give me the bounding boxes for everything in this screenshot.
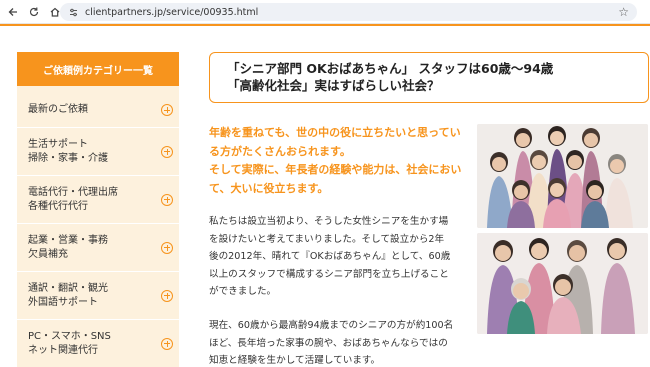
lead-text: 年齢を重ねても、世の中の役に立ちたいと思ってい る方がたくさんおられます。 そし…: [209, 124, 462, 198]
divider: [17, 175, 179, 176]
category-sidebar: ご依頼例カテゴリー一覧 最新のご依頼 生活サポート 掃除・家事・介護 電話代行・…: [17, 52, 179, 367]
page-title-line2: 「高齢化社会」実はすばらしい社会？: [227, 78, 440, 93]
group-photo-bottom: [477, 233, 648, 334]
page-title-line1: 「シニア部門 OKおばあちゃん」 スタッフは60歳〜94歳: [227, 61, 554, 76]
expand-plus-icon[interactable]: [161, 104, 173, 116]
expand-plus-icon[interactable]: [161, 193, 173, 206]
sidebar-item-latest[interactable]: 最新のご依頼: [17, 95, 179, 125]
sidebar-item-label: 最新のご依頼: [28, 104, 88, 115]
paragraph-line: を設けたいと考えてまいりました。そして設立から2年: [209, 233, 445, 245]
url-text[interactable]: clientpartners.jp/service/00935.html: [85, 7, 258, 18]
reload-button[interactable]: [25, 3, 43, 21]
divider: [17, 223, 179, 224]
reload-icon: [29, 7, 39, 16]
sidebar-item-label: 生活サポート 掃除・家事・介護: [28, 138, 108, 164]
sidebar-item-life-support[interactable]: 生活サポート 掃除・家事・介護: [17, 130, 179, 173]
divider: [17, 271, 179, 272]
paragraph-line: ほど、長年培った家事の腕や、おばあちゃんならではの: [209, 337, 448, 349]
paragraph-line: ができました。: [209, 286, 277, 297]
star-icon[interactable]: ☆: [618, 5, 629, 19]
lead-line: そして実際に、年長者の経験や能力は、社会におい: [209, 163, 462, 176]
header-accent-line: [0, 24, 650, 26]
lead-line: て、大いに役立ちます。: [209, 181, 329, 195]
page-title-box: 「シニア部門 OKおばあちゃん」 スタッフは60歳〜94歳 「高齢化社会」実はす…: [209, 52, 649, 103]
sidebar-item-label: 電話代行・代理出席 各種代行代行: [28, 186, 118, 212]
group-photo-top: [477, 124, 648, 228]
back-button[interactable]: [4, 3, 22, 21]
browser-toolbar: clientpartners.jp/service/00935.html ☆: [0, 0, 650, 24]
sidebar-item-business[interactable]: 起業・営業・事務 欠員補充: [17, 226, 179, 269]
sidebar-heading: ご依頼例カテゴリー一覧: [17, 52, 179, 86]
address-bar[interactable]: clientpartners.jp/service/00935.html ☆: [60, 3, 637, 21]
expand-plus-icon[interactable]: [161, 145, 173, 158]
sidebar-list: 最新のご依頼 生活サポート 掃除・家事・介護 電話代行・代理出席 各種代行代行 …: [17, 86, 179, 367]
paragraph-line: 私たちは設立当初より、そうした女性シニアを生かす場: [209, 216, 449, 227]
site-info-icon[interactable]: [66, 5, 80, 19]
sidebar-item-translation[interactable]: 通訳・翻訳・観光 外国語サポート: [17, 274, 179, 317]
divider: [17, 319, 179, 320]
paragraph-current: 現在、60歳から最高齢94歳までのシニアの方が約100名 ほど、長年培った家事の…: [209, 317, 459, 367]
lead-line: る方がたくさんおられます。: [209, 144, 351, 158]
sidebar-item-label: 起業・営業・事務 欠員補充: [28, 234, 108, 260]
paragraph-line: 後の2012年、晴れて『OKおばあちゃん』として、60歳: [209, 251, 451, 262]
sidebar-item-label: PC・スマホ・SNS ネット関連代行: [28, 330, 111, 356]
sidebar-item-label: 通訳・翻訳・観光 外国語サポート: [28, 282, 108, 308]
expand-plus-icon[interactable]: [161, 241, 173, 254]
sidebar-item-pc-sns[interactable]: PC・スマホ・SNS ネット関連代行: [17, 322, 179, 365]
arrow-back-icon: [8, 7, 17, 16]
sidebar-item-phone-proxy[interactable]: 電話代行・代理出席 各種代行代行: [17, 178, 179, 221]
lead-line: 年齢を重ねても、世の中の役に立ちたいと思ってい: [209, 126, 461, 139]
divider: [17, 127, 179, 128]
paragraph-line: 現在、60歳から最高齢94歳までのシニアの方が約100名: [209, 320, 454, 331]
expand-plus-icon[interactable]: [161, 289, 173, 302]
paragraph-intro: 私たちは設立当初より、そうした女性シニアを生かす場 を設けたいと考えてまいりまし…: [209, 213, 459, 301]
paragraph-line: 以上のスタッフで構成するシニア部門を立ち上げること: [209, 268, 449, 280]
expand-plus-icon[interactable]: [161, 337, 173, 350]
paragraph-line: 知恵と経験を生かして活躍しています。: [209, 355, 381, 366]
